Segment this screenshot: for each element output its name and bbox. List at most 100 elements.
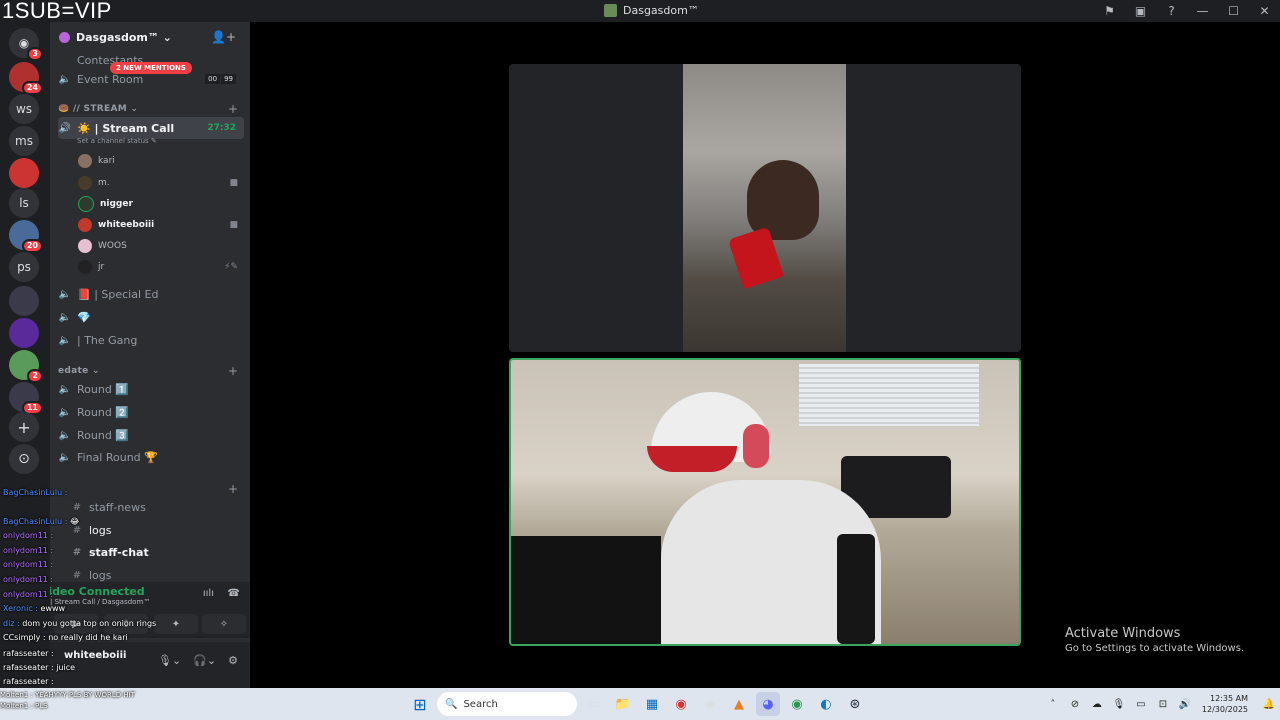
help-icon[interactable]: ? xyxy=(1156,4,1187,18)
channel-event-room[interactable]: 🔈 Event Room 00 99 xyxy=(58,69,244,89)
voice-member[interactable]: kari xyxy=(78,152,244,170)
display-icon[interactable]: ▭ xyxy=(1130,699,1152,710)
task-view-icon[interactable]: ▭ xyxy=(582,692,606,716)
app-icon[interactable]: ◈ xyxy=(698,692,722,716)
channel-staff-news[interactable]: # staff-news xyxy=(70,497,250,517)
chrome-icon[interactable]: ◉ xyxy=(669,692,693,716)
cloud-icon[interactable]: ☁ xyxy=(1086,699,1108,710)
microphone-icon[interactable]: 🎙⌄ xyxy=(158,654,181,667)
server-green-icon[interactable]: 2 xyxy=(9,350,43,383)
voice-channel-icon: 🔈 xyxy=(58,311,72,323)
server-voice-icon[interactable]: 20 xyxy=(9,220,43,253)
server-red-icon[interactable]: 24 xyxy=(9,62,43,95)
text-channel-icon: # xyxy=(72,569,82,581)
channel-logs[interactable]: # logs xyxy=(70,520,250,540)
category-stream[interactable]: 🍩 // STREAM ⌄ xyxy=(58,104,138,114)
noise-suppression-icon[interactable]: ıılı xyxy=(203,588,214,599)
taskbar-search[interactable]: 🔍 Search xyxy=(437,692,577,716)
notifications-icon[interactable]: 🔔 xyxy=(1258,699,1280,710)
create-channel-icon[interactable]: + xyxy=(228,482,238,496)
voice-channel-icon: 🔈 xyxy=(58,406,72,418)
video-tile-2-speaking[interactable] xyxy=(509,358,1021,646)
minimize-icon[interactable]: — xyxy=(1187,4,1218,18)
voice-channel-icon: 🔈 xyxy=(58,73,72,85)
create-channel-icon[interactable]: + xyxy=(228,102,238,116)
call-timer: 27:32 xyxy=(207,123,236,133)
close-icon[interactable]: ✕ xyxy=(1249,4,1280,18)
voice-member[interactable]: m. ■ xyxy=(78,174,244,192)
voice-member[interactable]: nigger xyxy=(78,195,244,213)
voice-member[interactable]: jr ⚡✎ xyxy=(78,258,244,276)
disconnect-icon[interactable]: ☎ xyxy=(228,588,240,599)
text-channel-icon: # xyxy=(72,524,82,536)
channel-round-1[interactable]: 🔈 Round 1️⃣ xyxy=(58,379,244,399)
notification-off-icon[interactable]: ⊘ xyxy=(1064,699,1086,710)
discord-home-icon[interactable]: ◉ 3 xyxy=(9,28,43,61)
invite-people-icon[interactable]: 👤+ xyxy=(211,30,236,44)
soundboard-button[interactable]: ✧ xyxy=(202,614,246,634)
clock[interactable]: 12:35 AM 12/30/2025 xyxy=(1196,693,1258,715)
title-bar-controls: ⚑ ▣ ? — ☐ ✕ xyxy=(1094,0,1280,22)
flag-icon[interactable]: ⚑ xyxy=(1094,4,1125,18)
edge-icon[interactable]: ◐ xyxy=(814,692,838,716)
server-redlogo-icon[interactable] xyxy=(9,158,39,188)
windows-taskbar: Molten1 : YEAHYYY PLS BY WORLD HIT Molte… xyxy=(0,688,1280,720)
server-ls[interactable]: ls xyxy=(9,188,39,218)
headphones-icon[interactable]: 🎧⌄ xyxy=(193,654,216,667)
maximize-icon[interactable]: ☐ xyxy=(1218,4,1249,18)
window-title: Dasgasdom™ xyxy=(604,4,699,17)
server-geek2-icon[interactable]: 11 xyxy=(9,382,43,415)
file-explorer-icon[interactable]: 📁 xyxy=(611,692,635,716)
gear-icon[interactable]: ⚙ xyxy=(228,654,238,667)
avatar xyxy=(78,154,92,168)
windows-start-icon[interactable]: ⊞ xyxy=(408,692,432,716)
server-logo-icon xyxy=(604,4,617,17)
screen-share-button[interactable]: ⇪ xyxy=(104,614,148,634)
channel-special-ed[interactable]: 🔈 📕 | Special Ed xyxy=(58,284,244,304)
channel-the-gang[interactable]: 🔈 | The Gang xyxy=(58,330,244,350)
network-icon[interactable]: ⊡ xyxy=(1152,699,1174,710)
title-bar: Dasgasdom™ ⚑ ▣ ? — ☐ ✕ xyxy=(0,0,1280,22)
volume-icon[interactable]: 🔊 xyxy=(1174,699,1196,710)
chrome-2-icon[interactable]: ◉ xyxy=(785,692,809,716)
server-ps[interactable]: ps xyxy=(9,252,39,282)
create-channel-icon[interactable]: + xyxy=(228,364,238,378)
server-geek-icon[interactable] xyxy=(9,286,39,316)
discover-icon[interactable]: ⊙ xyxy=(9,444,39,474)
avatar xyxy=(78,196,94,212)
server-purple-icon[interactable] xyxy=(9,318,39,348)
category-edate[interactable]: edate ⌄ xyxy=(58,366,100,376)
steam-icon[interactable]: ⊛ xyxy=(843,692,867,716)
camera-icon: ■ xyxy=(229,178,238,188)
activities-button[interactable]: ✦ xyxy=(154,614,198,634)
mic-tray-icon[interactable]: 🎙 xyxy=(1108,699,1130,710)
discord-taskbar-icon[interactable]: ◕ xyxy=(756,692,780,716)
channel-gem[interactable]: 🔈 💎 xyxy=(58,307,244,327)
monitor-icon[interactable]: ▣ xyxy=(1125,4,1156,18)
participant-video xyxy=(511,360,1019,644)
channel-round-3[interactable]: 🔈 Round 3️⃣ xyxy=(58,425,244,445)
add-server-icon[interactable]: + xyxy=(9,412,39,442)
video-tile-1[interactable] xyxy=(509,64,1021,352)
voice-status[interactable]: Video Connected xyxy=(50,585,145,598)
channel-status-input[interactable]: Set a channel status ✎ xyxy=(77,137,157,145)
search-icon: 🔍 xyxy=(445,698,458,710)
app-orange-icon[interactable]: ▲ xyxy=(727,692,751,716)
channel-round-2[interactable]: 🔈 Round 2️⃣ xyxy=(58,402,244,422)
avatar xyxy=(78,218,92,232)
channel-staff-chat[interactable]: # staff-chat xyxy=(70,542,250,562)
server-ws[interactable]: ws xyxy=(9,94,39,124)
voice-channel-icon: 🔈 xyxy=(58,288,72,300)
mute-deafen-icon: ⚡✎ xyxy=(224,262,238,272)
voice-member[interactable]: WOOS xyxy=(78,237,244,255)
camera-button[interactable]: ▶ xyxy=(54,614,98,634)
channel-final-round[interactable]: 🔈 Final Round 🏆 xyxy=(58,447,244,467)
voice-location[interactable]: | Stream Call / Dasgasdom™ xyxy=(50,598,150,606)
server-ms[interactable]: ms xyxy=(9,126,39,156)
chevron-up-icon[interactable]: ˄ xyxy=(1042,699,1064,710)
voice-member[interactable]: whiteeboiii ■ xyxy=(78,216,244,234)
guild-icon xyxy=(59,32,70,43)
channel-stream-call[interactable]: 🔊 ☀️ | Stream Call 27:32 xyxy=(58,117,244,139)
headphones xyxy=(743,424,769,468)
store-icon[interactable]: ▦ xyxy=(640,692,664,716)
